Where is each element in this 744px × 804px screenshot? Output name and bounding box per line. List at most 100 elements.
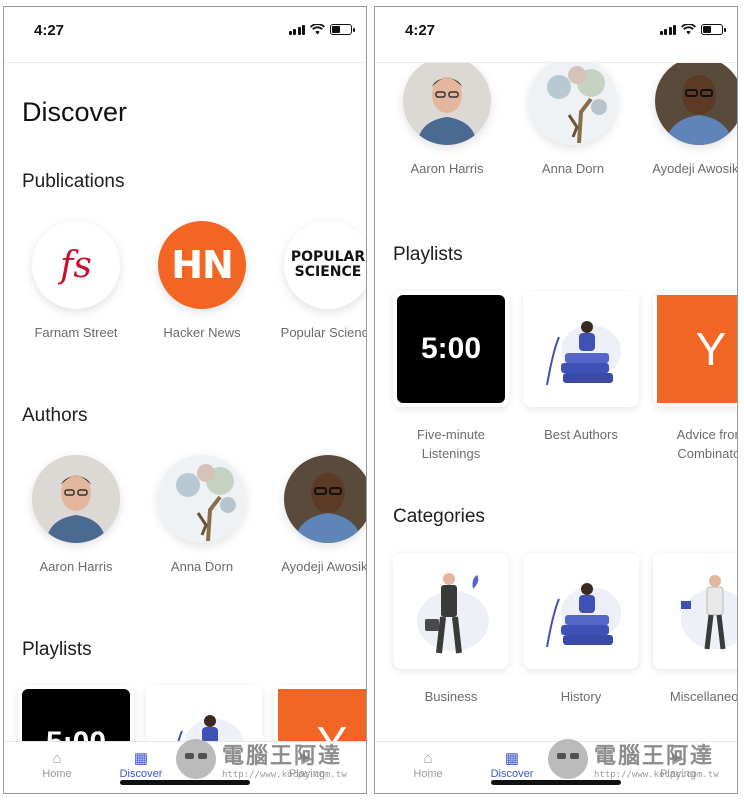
- playlist-item[interactable]: Best Authors: [521, 291, 641, 444]
- businessman-illustration-icon: [417, 573, 489, 654]
- playlist-cover: Y: [653, 291, 737, 407]
- page-title: Discover: [22, 97, 128, 127]
- author-name: Anna Dorn: [541, 161, 605, 176]
- person-icon: [32, 455, 120, 543]
- person-icon: [655, 63, 737, 145]
- tree-illustration-icon: [158, 455, 246, 543]
- hacker-news-logo: HN: [158, 221, 246, 309]
- playlist-cover: [146, 685, 262, 741]
- status-bar: 4:27: [4, 7, 366, 63]
- categories-row[interactable]: Business History Miscellaneous: [375, 553, 737, 704]
- reading-books-illustration-icon: [546, 321, 621, 386]
- publication-name: Farnam Street: [34, 325, 118, 340]
- phone-screen-discover: 4:27 Discover Publications fs Farnam Str…: [3, 6, 367, 794]
- tab-home[interactable]: ⌂ Home: [22, 750, 92, 780]
- author-name: Aaron Harris: [39, 559, 113, 574]
- reading-books-illustration-icon: [546, 583, 621, 648]
- grid-icon: ▦: [133, 750, 149, 767]
- traveler-illustration-icon: [681, 575, 737, 650]
- playlist-item[interactable]: Y: [272, 685, 366, 741]
- tab-discover[interactable]: ▦ Discover: [106, 750, 176, 780]
- phone-screen-discover-scrolled: 4:27 Aaron Harris Anna Dorn Ayodeji Awos…: [374, 6, 738, 794]
- playlist-name: Advice fromCombinator: [676, 427, 737, 461]
- home-icon: ⌂: [52, 750, 62, 767]
- playlist-cover: Y: [274, 685, 366, 741]
- author-item[interactable]: Anna Dorn: [513, 63, 633, 176]
- person-icon: [403, 63, 491, 145]
- playlist-item[interactable]: [144, 685, 264, 741]
- wifi-icon: [310, 24, 325, 35]
- publication-name: Hacker News: [163, 325, 241, 340]
- tab-discover[interactable]: ▦ Discover: [477, 750, 547, 780]
- publications-row[interactable]: fs Farnam Street HN Hacker News POPULAR S…: [4, 221, 366, 351]
- category-name: Miscellaneous: [669, 689, 737, 704]
- wifi-icon: [681, 24, 696, 35]
- section-heading-publications: Publications: [22, 171, 125, 192]
- author-item[interactable]: Ayodeji Awosika: [268, 455, 366, 574]
- signal-icon: [288, 24, 305, 35]
- watermark-url: http://www.kocpc.com.tw: [222, 770, 347, 780]
- playlist-name: Best Authors: [544, 427, 618, 442]
- category-name: History: [560, 689, 602, 704]
- signal-icon: [659, 24, 676, 35]
- author-avatar: [158, 455, 246, 543]
- watermark-title: 電腦王阿達: [222, 744, 343, 769]
- author-avatar: [403, 63, 491, 145]
- author-item[interactable]: Aaron Harris: [387, 63, 507, 176]
- discover-content[interactable]: Aaron Harris Anna Dorn Ayodeji Awosika P…: [375, 63, 737, 741]
- farnam-street-logo: fs: [32, 221, 120, 309]
- playlist-name: Five-minute Listenings: [417, 427, 485, 461]
- watermark-url: http://www.kocpc.com.tw: [594, 770, 719, 780]
- reading-books-illustration-icon: [177, 715, 244, 741]
- author-name: Anna Dorn: [170, 559, 234, 574]
- playlists-row[interactable]: 5:00 Y: [4, 685, 366, 741]
- tab-home[interactable]: ⌂ Home: [393, 750, 463, 780]
- section-heading-authors: Authors: [22, 405, 88, 426]
- tree-illustration-icon: [529, 63, 617, 145]
- playlist-item[interactable]: 5:00: [16, 685, 136, 741]
- watermark: 電腦王阿達 http://www.kocpc.com.tw: [548, 738, 719, 780]
- home-indicator: [491, 780, 621, 785]
- playlist-cover: 5:00: [18, 685, 134, 741]
- author-name: Aaron Harris: [410, 161, 484, 176]
- section-heading-playlists: Playlists: [22, 639, 92, 660]
- author-item[interactable]: Ayodeji Awosika: [639, 63, 737, 176]
- authors-row[interactable]: Aaron Harris Anna Dorn Ayodeji Awosika: [375, 63, 737, 187]
- author-item[interactable]: Aaron Harris: [16, 455, 136, 574]
- status-time: 4:27: [34, 22, 65, 39]
- section-heading-categories: Categories: [393, 506, 485, 527]
- watermark-title: 電腦王阿達: [594, 744, 715, 769]
- status-bar: 4:27: [375, 7, 737, 63]
- playlist-cover: 5:00: [393, 291, 509, 407]
- author-item[interactable]: Anna Dorn: [142, 455, 262, 574]
- playlist-cover: [523, 291, 639, 407]
- home-indicator: [120, 780, 250, 785]
- author-name: Ayodeji Awosika: [281, 559, 366, 574]
- category-item[interactable]: Business: [391, 553, 511, 706]
- publication-item[interactable]: HN Hacker News: [142, 221, 262, 340]
- popular-science-logo: POPULAR SCIENCE: [284, 221, 366, 309]
- discover-content[interactable]: Discover Publications fs Farnam Street H…: [4, 63, 366, 741]
- section-heading-playlists: Playlists: [393, 244, 463, 265]
- playlist-item[interactable]: 5:00 Five-minute Listenings: [391, 291, 511, 463]
- playlist-item[interactable]: Y Advice fromCombinator: [651, 291, 737, 463]
- publication-item[interactable]: fs Farnam Street: [16, 221, 136, 340]
- battery-icon: [330, 24, 355, 35]
- authors-row[interactable]: Aaron Harris Anna Dorn Ayodeji Awosika: [4, 455, 366, 585]
- author-avatar: [529, 63, 617, 145]
- category-cover: [393, 553, 509, 669]
- category-item[interactable]: Miscellaneous: [651, 553, 737, 706]
- category-cover: [523, 553, 639, 669]
- playlists-row[interactable]: 5:00 Five-minute Listenings Best Authors …: [375, 291, 737, 461]
- author-avatar: [32, 455, 120, 543]
- category-item[interactable]: History: [521, 553, 641, 706]
- publication-name: Popular Science: [280, 325, 366, 340]
- category-cover: [653, 553, 737, 669]
- home-icon: ⌂: [423, 750, 433, 767]
- author-avatar: [284, 455, 366, 543]
- category-name: Business: [424, 689, 478, 704]
- battery-icon: [701, 24, 726, 35]
- author-avatar: [655, 63, 737, 145]
- publication-item[interactable]: POPULAR SCIENCE Popular Science: [268, 221, 366, 340]
- author-name: Ayodeji Awosika: [652, 161, 737, 176]
